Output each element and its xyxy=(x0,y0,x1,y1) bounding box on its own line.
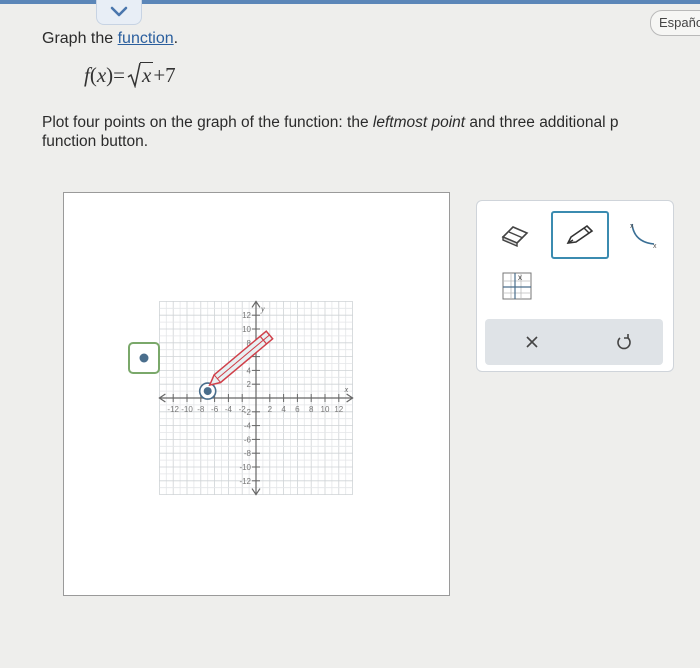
action-bar xyxy=(485,319,663,365)
svg-text:x: x xyxy=(653,243,657,250)
y-tick-label: -2 xyxy=(244,408,252,417)
pencil-icon xyxy=(566,224,594,244)
question-title: Graph the function. xyxy=(42,30,178,48)
formula-paren-close: )= xyxy=(106,62,126,87)
y-tick-label: 4 xyxy=(247,366,252,375)
placed-point xyxy=(203,387,212,396)
close-icon xyxy=(526,336,538,348)
x-tick-label: 10 xyxy=(321,405,330,414)
title-suffix: . xyxy=(173,30,179,47)
x-tick-label: -12 xyxy=(167,405,179,414)
clear-button[interactable] xyxy=(517,328,547,356)
instruction-emphasis: leftmost point xyxy=(372,114,466,131)
svg-text:x: x xyxy=(630,223,634,230)
x-tick-label: 4 xyxy=(281,405,286,414)
x-tick-label: -6 xyxy=(211,405,219,414)
function-table-tool[interactable]: x xyxy=(499,269,535,303)
y-tick-label: -10 xyxy=(239,463,251,472)
graph-canvas[interactable]: xy-12-10-8-6-4-22468101212108642-2-4-6-8… xyxy=(63,192,450,596)
x-axis-label: x xyxy=(344,385,349,394)
y-tick-label: 10 xyxy=(242,325,251,334)
y-tick-label: -4 xyxy=(244,422,252,431)
function-curve-icon: x x xyxy=(630,223,657,250)
y-tick-label: -8 xyxy=(244,449,252,458)
y-axis-label: y xyxy=(260,304,265,313)
point-marker-dot xyxy=(139,353,149,363)
undo-icon xyxy=(617,334,631,350)
y-tick-label: 12 xyxy=(242,311,251,320)
collapse-toggle[interactable] xyxy=(96,0,142,25)
x-tick-label: -8 xyxy=(197,405,205,414)
language-button[interactable]: Españo xyxy=(650,10,700,36)
function-table-icon: x xyxy=(502,272,532,300)
function-formula: f ( x )= x +7 xyxy=(84,62,176,88)
title-prefix: Graph the xyxy=(42,30,118,47)
radical-sign-icon xyxy=(127,62,141,88)
instruction-part2: and three additional p xyxy=(465,114,619,131)
eraser-tool[interactable] xyxy=(497,219,533,251)
y-tick-label: -6 xyxy=(244,435,252,444)
eraser-icon xyxy=(501,226,529,247)
y-tick-label: -12 xyxy=(239,477,251,486)
instruction-part1: Plot four points on the graph of the fun… xyxy=(42,114,373,131)
formula-radicand: x xyxy=(140,62,154,87)
x-tick-label: 12 xyxy=(334,405,343,414)
x-tick-label: 2 xyxy=(268,405,273,414)
formula-paren-open: ( xyxy=(89,62,97,87)
x-tick-label: 6 xyxy=(295,405,300,414)
x-tick-label: -10 xyxy=(181,405,193,414)
function-curve-tool[interactable]: x x xyxy=(623,217,663,253)
chevron-down-icon xyxy=(110,6,128,17)
svg-text:x: x xyxy=(518,273,522,282)
undo-button[interactable] xyxy=(609,328,639,356)
pencil-tool[interactable] xyxy=(551,211,609,259)
y-tick-label: 2 xyxy=(247,380,252,389)
x-tick-label: -4 xyxy=(225,405,233,414)
graphing-toolbar: x x x xyxy=(476,200,674,372)
formula-tail: +7 xyxy=(153,62,176,87)
instructions: Plot four points on the graph of the fun… xyxy=(42,113,700,151)
instruction-line2: function button. xyxy=(42,133,148,150)
x-tick-label: 8 xyxy=(309,405,314,414)
coordinate-plane[interactable]: xy-12-10-8-6-4-22468101212108642-2-4-6-8… xyxy=(64,193,449,595)
formula-variable: x xyxy=(96,62,107,87)
function-link[interactable]: function xyxy=(118,30,174,47)
